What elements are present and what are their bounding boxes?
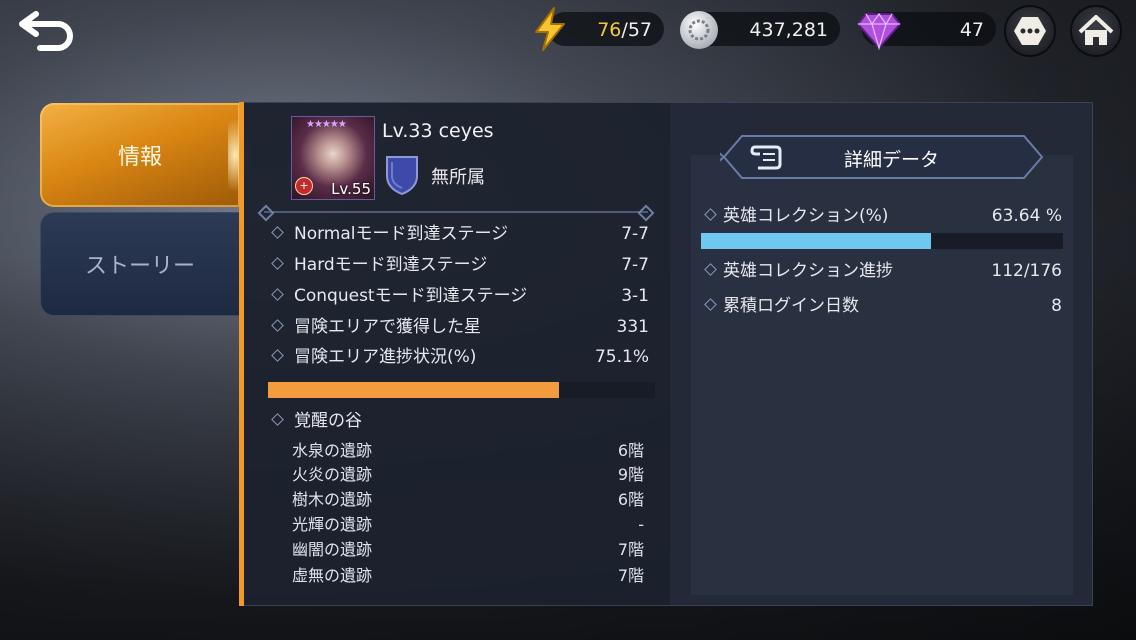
ruin-name: 幽闇の遺跡 [292,540,373,559]
ruin-floor: 7階 [617,566,644,585]
stat-label: 冒険エリア進捗状況(%) [294,347,477,367]
more-icon [1014,17,1046,45]
tab-story-label: ストーリー [84,254,195,279]
ruin-row: 樹木の遺跡 6階 [292,488,644,512]
ruin-name: 火炎の遺跡 [292,465,373,484]
stat-value: 7-7 [621,224,649,244]
section-divider [264,211,648,213]
stat-row: Conquestモード到達ステージ 3-1 [271,284,649,308]
detail-label: 累積ログイン日数 [723,296,859,316]
back-arrow-icon [19,11,73,51]
stat-row: 冒険エリアで獲得した星 331 [271,315,649,339]
bullet-icon [704,262,717,276]
diamond-icon [856,12,902,50]
ruin-name: 樹木の遺跡 [292,490,373,509]
coin-icon [680,11,718,49]
energy-current: 76 [597,19,622,41]
stat-label: Conquestモード到達ステージ [294,286,528,306]
detail-value: 112/176 [991,261,1062,281]
ruin-row: 虚無の遺跡 7階 [292,564,644,588]
tab-info[interactable]: 情報 [40,103,240,207]
ruin-floor: 6階 [617,490,644,509]
ruin-name: 水泉の遺跡 [292,441,373,460]
hero-portrait-level: Lv.55 [331,180,371,198]
coin-value: 437,281 [749,19,828,41]
ruin-name: 光輝の遺跡 [292,515,373,534]
collection-progress-bar [701,233,1063,249]
ruin-floor: 9階 [617,465,644,484]
ruin-row: 水泉の遺跡 6階 [292,439,644,463]
bullet-icon [271,287,284,301]
stat-label: Normalモード到達ステージ [294,224,509,244]
detail-label: 英雄コレクション進捗 [723,261,893,281]
ruin-name: 虚無の遺跡 [292,566,373,585]
awakening-header: 覚醒の谷 [271,409,649,433]
gem-value: 47 [959,19,984,41]
stat-value: 7-7 [621,255,649,275]
detail-label: 英雄コレクション(%) [723,206,889,226]
lightning-icon [535,7,565,51]
stat-row: 冒険エリア進捗状況(%) 75.1% [271,345,649,369]
ruin-row: 幽闇の遺跡 7階 [292,538,644,562]
hero-name: Lv.33 ceyes [382,120,494,142]
class-icon: + [295,177,313,195]
element-shield-icon [386,156,418,196]
bullet-icon [271,412,284,426]
detail-title: 詳細データ [844,149,940,171]
collection-progress-fill [701,233,932,249]
energy-max: 57 [627,19,652,41]
detail-value: 63.64 % [991,206,1062,226]
stat-value: 331 [616,317,649,337]
back-button[interactable] [14,4,78,52]
awakening-title: 覚醒の谷 [294,411,362,431]
adventure-progress-bar [268,382,655,398]
adventure-progress-fill [268,382,559,398]
detail-row: 累積ログイン日数 8 [704,294,1062,318]
ruin-floor: 7階 [617,540,644,559]
bullet-icon [271,256,284,270]
stat-row: Hardモード到達ステージ 7-7 [271,253,649,277]
ruin-row: 光輝の遺跡 - [292,513,644,537]
stat-label: Hardモード到達ステージ [294,255,488,275]
tab-info-label: 情報 [117,145,162,170]
bullet-icon [704,207,717,221]
element-label: 無所属 [431,167,485,188]
ruin-floor: 6階 [617,441,644,460]
home-button[interactable] [1070,5,1122,57]
bullet-icon [704,297,717,311]
stat-value: 75.1% [594,347,649,367]
stat-value: 3-1 [621,286,649,306]
bullet-icon [271,318,284,332]
detail-row: 英雄コレクション進捗 112/176 [704,259,1062,283]
stat-label: 冒険エリアで獲得した星 [294,317,481,337]
panel-accent-bar [239,102,244,606]
bullet-icon [271,348,284,362]
home-icon [1078,15,1114,45]
star-rating-icon: ★★★★★ [306,119,347,130]
hero-portrait[interactable]: ★★★★★ + Lv.55 [291,116,375,200]
detail-row: 英雄コレクション(%) 63.64 % [704,204,1062,228]
scroll-icon [750,145,782,170]
more-button[interactable] [1004,5,1056,57]
tab-story[interactable]: ストーリー [40,212,240,316]
ruin-row: 火炎の遺跡 9階 [292,463,644,487]
bullet-icon [271,225,284,239]
ruin-floor: - [638,515,644,534]
stat-row: Normalモード到達ステージ 7-7 [271,222,649,246]
detail-value: 8 [1051,296,1062,316]
